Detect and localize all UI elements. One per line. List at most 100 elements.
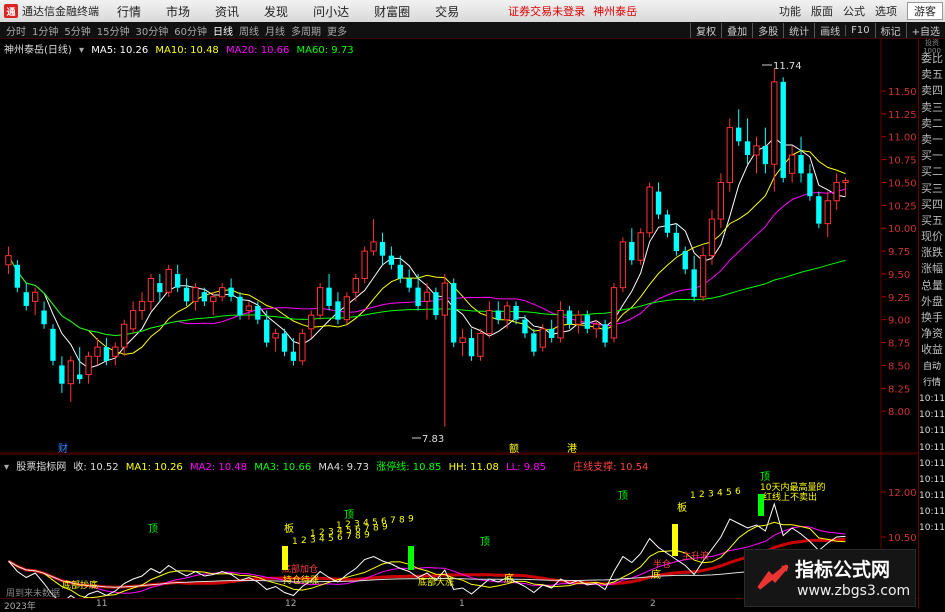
guest-button[interactable]: 游客 — [907, 2, 943, 20]
low-label: 7.83 — [422, 434, 444, 445]
main-y-tick-label: 11.00 — [888, 133, 917, 144]
menu-market[interactable]: 市场 — [166, 3, 190, 20]
right-panel-item[interactable]: 卖四 — [919, 83, 945, 99]
right-panel-item[interactable]: 买一 — [919, 148, 945, 164]
right-panel-item[interactable]: 卖三 — [919, 100, 945, 116]
candle — [708, 209, 716, 265]
candle — [299, 328, 306, 366]
period-60min[interactable]: 60分钟 — [174, 23, 207, 38]
right-panel-item[interactable]: 买五 — [919, 213, 945, 229]
main-moving-averages — [8, 137, 846, 369]
right-panel-item[interactable]: 10:11 — [919, 423, 945, 439]
candle — [112, 342, 119, 366]
candle — [5, 246, 12, 274]
right-panel-item[interactable]: 10:11 — [919, 456, 945, 472]
right-panel-item[interactable]: 买二 — [919, 164, 945, 180]
period-30min[interactable]: 30分钟 — [135, 23, 168, 38]
sub-toggle-icon[interactable]: ▾ — [4, 462, 9, 473]
period-5min[interactable]: 5分钟 — [64, 23, 90, 38]
date-year: 2023年 — [4, 602, 36, 612]
menu-ask[interactable]: 问小达 — [313, 3, 349, 20]
right-panel-item[interactable]: 涨跌 — [919, 245, 945, 261]
tool-stats[interactable]: 统计 — [783, 23, 814, 38]
right-panel-item[interactable]: 10:11 — [919, 488, 945, 504]
right-panel-item[interactable]: 10:11 — [919, 504, 945, 520]
app-title: 通达信金融终端 — [22, 5, 99, 18]
menu-quotes[interactable]: 行情 — [117, 3, 141, 20]
menu-discover[interactable]: 发现 — [264, 3, 288, 20]
right-panel-header: 投资 1000 — [923, 39, 941, 55]
menu-formula[interactable]: 公式 — [843, 3, 865, 19]
right-panel-item[interactable]: 10:11 — [919, 472, 945, 488]
right-panel-item[interactable]: 买四 — [919, 197, 945, 213]
candle — [726, 118, 733, 192]
candle — [566, 305, 573, 329]
tool-add-watch[interactable]: +自选 — [905, 23, 945, 38]
login-notice[interactable]: 证券交易未登录 — [508, 3, 585, 19]
candle — [192, 283, 199, 311]
marker-amount[interactable]: 额 — [509, 442, 519, 454]
right-panel-item[interactable]: 换手 — [919, 310, 945, 326]
ann-top-5: 顶 — [760, 471, 770, 483]
ann-chicang: 持仓待涨 — [283, 574, 319, 586]
ann-top-1: 顶 — [148, 523, 158, 535]
period-1min[interactable]: 1分钟 — [32, 23, 58, 38]
menu-news[interactable]: 资讯 — [215, 3, 239, 20]
tool-draw[interactable]: 画线 — [814, 23, 845, 38]
right-panel-item[interactable]: 自动 — [919, 359, 945, 375]
sub-ma3: MA3: 10.66 — [254, 462, 312, 473]
right-panel-item[interactable]: 涨幅 — [919, 261, 945, 277]
candle — [14, 260, 21, 293]
right-panel-item[interactable]: 外盘 — [919, 294, 945, 310]
tool-overlay[interactable]: 叠加 — [721, 23, 752, 38]
menu-options[interactable]: 选项 — [875, 3, 897, 19]
menu-layout[interactable]: 版面 — [811, 3, 833, 19]
right-panel-item[interactable]: 行情 — [919, 375, 945, 391]
right-panel-item[interactable]: 委比 — [919, 51, 945, 67]
right-side-panel: 投资 1000 委比 卖五 卖四 卖三 卖二 卖一 买一 买二 买三 买四 买五 现价 涨跌 涨幅 总量 外盘换… — [918, 39, 945, 609]
count-label: 4 — [717, 489, 723, 499]
count-label: 6 — [381, 517, 387, 527]
marker-hk[interactable]: 港 — [567, 443, 577, 454]
legend-toggle-icon[interactable]: ▾ — [79, 45, 84, 56]
marker-finance[interactable]: 财 — [58, 442, 68, 454]
right-panel-item[interactable]: 总量 — [919, 278, 945, 294]
period-15min[interactable]: 15分钟 — [97, 23, 130, 38]
right-panel-item[interactable]: 10:11 — [919, 520, 945, 536]
sub-ma2: MA2: 10.48 — [189, 462, 247, 473]
count-label: 6 — [735, 487, 741, 497]
period-tick[interactable]: 分时 — [6, 23, 26, 38]
right-panel-item[interactable]: 净资 — [919, 326, 945, 342]
candle — [23, 283, 29, 311]
period-monthly[interactable]: 月线 — [265, 23, 285, 38]
candle — [646, 182, 653, 238]
period-daily[interactable]: 日线 — [213, 23, 233, 38]
date-feb: 2 — [650, 599, 656, 609]
menu-function[interactable]: 功能 — [779, 3, 801, 19]
main-kline-chart[interactable]: 11.50 11.25 11.00 10.75 10.50 10.25 10.00 9.75 9… — [0, 39, 918, 454]
right-panel-item[interactable]: 收益 — [919, 342, 945, 358]
right-panel-item[interactable]: 现价 — [919, 229, 945, 245]
menu-trade[interactable]: 交易 — [435, 3, 459, 20]
sub-y-tick-label: 10.50 — [888, 533, 917, 544]
right-panel-item[interactable]: 卖五 — [919, 67, 945, 83]
right-panel-item[interactable]: 10:11 — [919, 407, 945, 423]
tool-mark[interactable]: 标记 — [874, 23, 906, 38]
right-panel-item[interactable]: 卖一 — [919, 132, 945, 148]
period-weekly[interactable]: 周线 — [239, 23, 259, 38]
tool-multi[interactable]: 多股 — [752, 23, 783, 38]
candle — [219, 283, 226, 302]
menu-wealth[interactable]: 财富圈 — [374, 3, 410, 20]
period-multi[interactable]: 多周期 — [291, 23, 321, 38]
right-panel-item[interactable]: 10:11 — [919, 440, 945, 456]
right-panel-item[interactable]: 10:11 — [919, 391, 945, 407]
right-panel-item[interactable]: 买三 — [919, 181, 945, 197]
tool-f10[interactable]: F10 — [845, 25, 874, 36]
candle — [272, 328, 279, 352]
tool-adjust[interactable]: 复权 — [690, 23, 721, 38]
candle — [147, 273, 155, 311]
period-more[interactable]: 更多 — [327, 23, 347, 38]
right-panel-item[interactable]: 卖二 — [919, 116, 945, 132]
high-label: 11.74 — [773, 61, 802, 72]
count-label: 7 — [390, 516, 396, 526]
